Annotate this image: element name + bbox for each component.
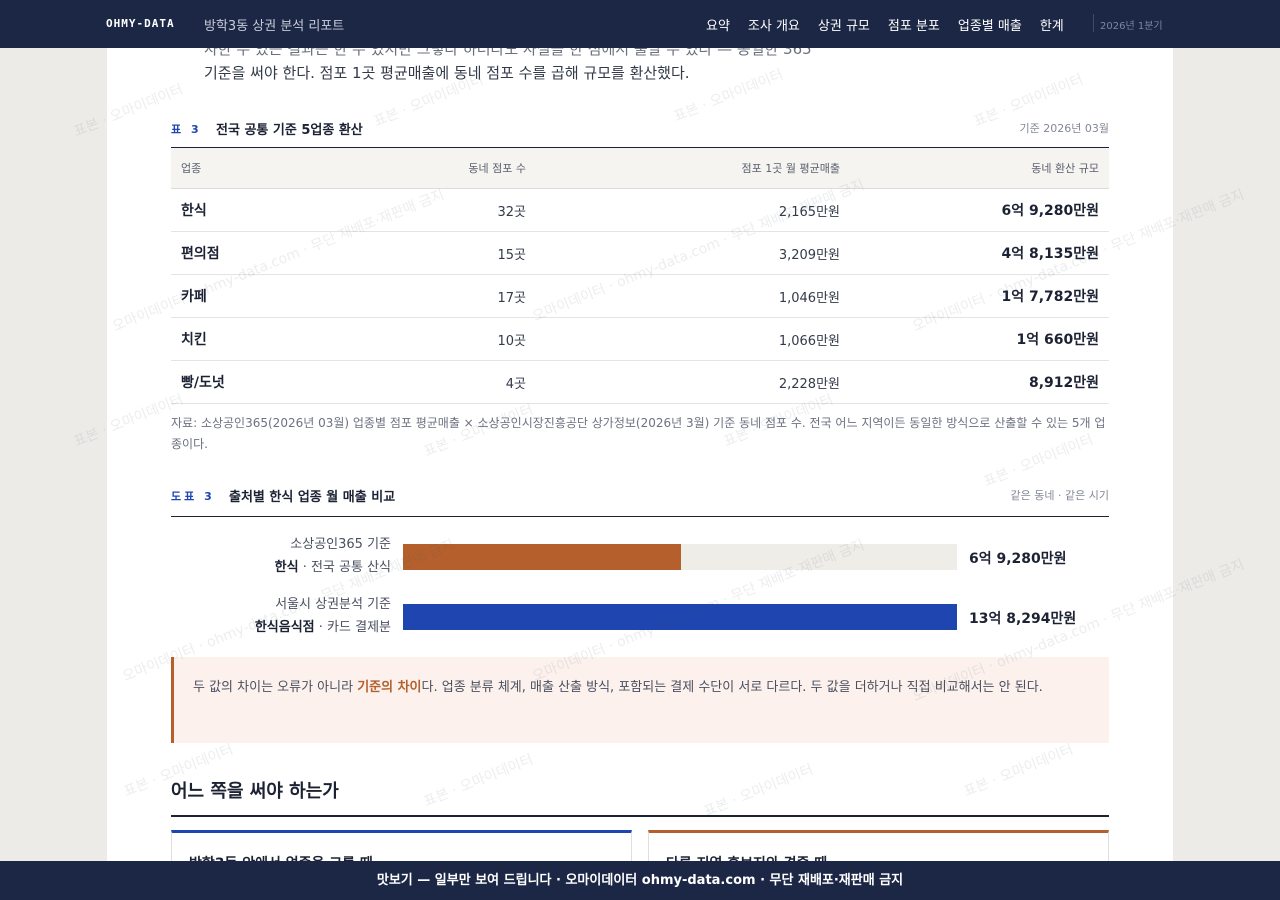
cell-store-count: 15곳 [341,231,536,275]
bar-label-bold: 한식 [274,560,299,575]
cell-store-count: 17곳 [341,274,536,318]
bar-label-line2: 한식음식점 · 카드 결제분 [171,616,391,639]
cell-store-count: 10곳 [341,317,536,361]
bar-value: 6억 9,280만원 [969,551,1067,567]
column-header-industry: 업종 [171,147,341,189]
nav-link-overview[interactable]: 조사 개요 [748,15,800,34]
bar-track [403,544,957,570]
bar-label-rest: · 전국 공통 산식 [298,560,391,575]
nav-link-market-size[interactable]: 상권 규모 [818,15,870,34]
nav-divider [1093,14,1094,32]
preview-footer-banner: 맛보기 — 일부만 보여 드립니다 · 오마이데이터 ohmy-data.com… [0,861,1280,900]
cell-scale: 8,912만원 [850,360,1109,404]
table-header-row: 업종 동네 점포 수 점포 1곳 월 평균매출 동네 환산 규모 [171,147,1109,189]
cell-industry: 빵/도넛 [171,360,341,404]
table-row: 빵/도넛 4곳 2,228만원 8,912만원 [171,360,1109,404]
column-header-scale: 동네 환산 규모 [850,147,1109,189]
bar-label-line2: 한식 · 전국 공통 산식 [171,556,391,579]
bar-label: 서울시 상권분석 기준 한식음식점 · 카드 결제분 [171,593,391,639]
bar-row-soho365: 소상공인365 기준 한식 · 전국 공통 산식 6억 9,280만원 [171,533,1109,579]
table-title: 전국 공통 기준 5업종 환산 [216,123,363,138]
bar-value: 13억 8,294만원 [969,611,1077,627]
bar-row-seoul: 서울시 상권분석 기준 한식음식점 · 카드 결제분 13억 8,294만원 [171,593,1109,639]
figure-meta: 같은 동네 · 같은 시기 [1010,489,1109,502]
table-row: 편의점 15곳 3,209만원 4억 8,135만원 [171,231,1109,275]
cell-store-count: 4곳 [341,360,536,404]
bar-label-rest: · 카드 결제분 [314,620,391,635]
nav-link-limitations[interactable]: 한계 [1040,15,1064,34]
bar-fill-soho365 [403,544,681,570]
section-heading: 어느 쪽을 써야 하는가 [171,781,339,802]
cell-avg-sales: 2,165만원 [536,188,850,232]
table-number: 표 3 [171,123,202,136]
intro-paragraph: 기준을 써야 한다. 점포 1곳 평균매출에 동네 점포 수를 곱해 규모를 환… [204,64,690,82]
note-emphasis: 기준의 차이 [357,680,422,695]
column-header-store-count: 동네 점포 수 [341,147,536,189]
bar-label: 소상공인365 기준 한식 · 전국 공통 산식 [171,533,391,579]
bar-track [403,604,957,630]
cell-avg-sales: 3,209만원 [536,231,850,275]
top-navigation-bar: OHMY-DATA 방학3동 상권 분석 리포트 요약 조사 개요 상권 규모 … [0,0,1280,48]
report-period: 2026년 1분기 [1100,21,1163,32]
section-rule [171,815,1109,817]
bar-fill-seoul [403,604,957,630]
cell-scale: 1억 660만원 [850,317,1109,361]
figure-title: 출처별 한식 업종 월 매출 비교 [229,490,396,505]
report-title: 방학3동 상권 분석 리포트 [204,19,345,34]
bar-label-line1: 서울시 상권분석 기준 [275,597,391,612]
section-nav: 요약 조사 개요 상권 규모 점포 분포 업종별 매출 한계 [706,15,1082,34]
figure-number: 도표 3 [171,490,215,503]
brand-logo[interactable]: OHMY-DATA [106,17,175,30]
note-pre: 두 값의 차이는 오류가 아니라 [193,680,358,695]
cell-avg-sales: 1,046만원 [536,274,850,318]
conversion-table: 업종 동네 점포 수 점포 1곳 월 평균매출 동네 환산 규모 한식 32곳 … [171,147,1109,404]
figure-caption: 도표 3 출처별 한식 업종 월 매출 비교 같은 동네 · 같은 시기 [171,486,1109,506]
cell-scale: 1억 7,782만원 [850,274,1109,318]
cell-store-count: 32곳 [341,188,536,232]
nav-link-store-distribution[interactable]: 점포 분포 [888,15,940,34]
note-post: 다. 업종 분류 체계, 매출 산출 방식, 포함되는 결제 수단이 서로 다르… [421,680,1043,695]
table-row: 카페 17곳 1,046만원 1억 7,782만원 [171,274,1109,318]
figure-top-rule [171,516,1109,517]
cell-industry: 편의점 [171,231,341,275]
bar-label-line1: 소상공인365 기준 [290,537,391,552]
column-header-avg-sales: 점포 1곳 월 평균매출 [536,147,850,189]
nav-link-sales-by-industry[interactable]: 업종별 매출 [958,15,1022,34]
cell-scale: 6억 9,280만원 [850,188,1109,232]
table-caption: 표 3 전국 공통 기준 5업종 환산 기준 2026년 03월 [171,119,1109,139]
table-meta: 기준 2026년 03월 [1019,122,1109,135]
table-row: 치킨 10곳 1,066만원 1억 660만원 [171,317,1109,361]
nav-link-summary[interactable]: 요약 [706,15,730,34]
table-row: 한식 32곳 2,165만원 6억 9,280만원 [171,188,1109,232]
cell-industry: 치킨 [171,317,341,361]
callout-note: 두 값의 차이는 오류가 아니라 기준의 차이다. 업종 분류 체계, 매출 산… [171,657,1109,743]
bar-label-bold: 한식음식점 [254,620,315,635]
table-source-note: 자료: 소상공인365(2026년 03월) 업종별 점포 평균매출 × 소상공… [171,416,1106,451]
cell-scale: 4억 8,135만원 [850,231,1109,275]
cell-industry: 한식 [171,188,341,232]
cell-avg-sales: 2,228만원 [536,360,850,404]
cell-avg-sales: 1,066만원 [536,317,850,361]
cell-industry: 카페 [171,274,341,318]
